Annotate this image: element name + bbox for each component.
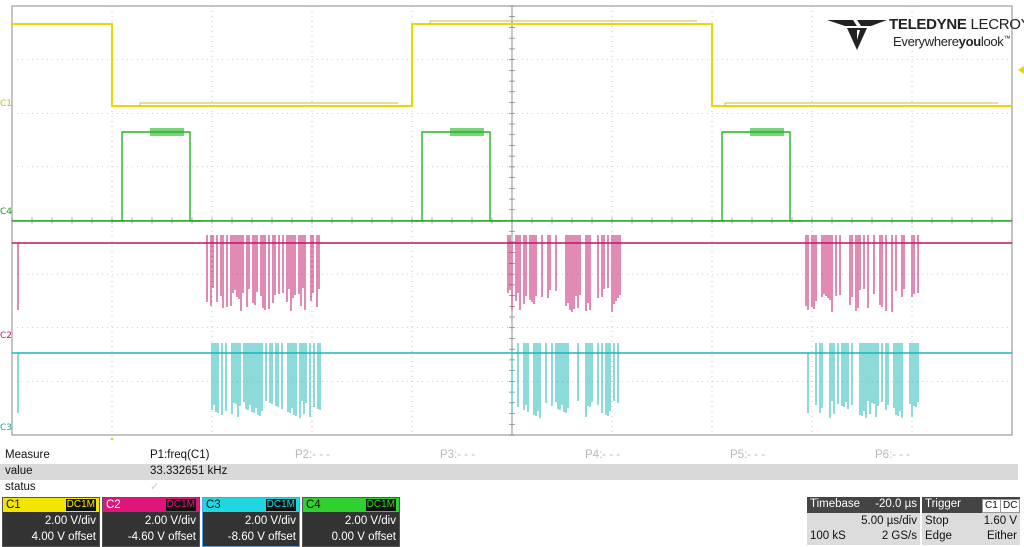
trigger-mode: Stop <box>925 515 949 527</box>
trigger-panel[interactable]: Trigger C1 DC Stop 1.60 V Edge Either <box>922 497 1021 545</box>
param-p3[interactable]: P3:- - - <box>440 449 475 461</box>
timebase-panel[interactable]: Timebase -20.0 µs 5.00 µs/div 100 kS 2 G… <box>807 497 920 545</box>
trigger-header: Trigger C1 DC <box>922 497 1021 513</box>
c4-pulse <box>712 131 802 222</box>
channel-c4-offset: 0.00 V offset <box>331 531 396 543</box>
channel-c3-box[interactable]: C3 DC1M 2.00 V/div -8.60 V offset <box>202 497 300 547</box>
param-p1[interactable]: P1:freq(C1) <box>150 449 209 461</box>
trigger-title: Trigger <box>925 498 961 510</box>
channel-c4-header: C4 DC1M <box>303 498 399 512</box>
timebase-delay: -20.0 µs <box>875 498 917 510</box>
trigger-coupling: DC <box>1000 499 1021 513</box>
timebase-title: Timebase <box>810 498 861 510</box>
channel-c4-box[interactable]: C4 DC1M 2.00 V/div 0.00 V offset <box>302 497 400 547</box>
channel-c3-name: C3 <box>206 499 221 511</box>
trigger-position-marker <box>108 437 116 443</box>
channel-c3-header: C3 DC1M <box>203 498 299 512</box>
channel-c2-name: C2 <box>106 499 121 511</box>
channel-c4-coupling: DC1M <box>365 499 396 511</box>
status-header: status <box>5 481 36 493</box>
trigger-level-marker <box>1018 66 1024 74</box>
param-p6[interactable]: P6:- - - <box>875 449 910 461</box>
c4-pulse <box>112 131 202 222</box>
waveform-display[interactable]: TELEDYNE LECROY Everywhereyoulook™ C1 C4… <box>0 0 1024 443</box>
channel-c3-coupling: DC1M <box>265 499 296 511</box>
channel-c3-offset: -8.60 V offset <box>227 531 296 543</box>
param-p2[interactable]: P2:- - - <box>295 449 330 461</box>
measure-header: Measure <box>5 449 50 461</box>
value-header: value <box>5 465 33 477</box>
param-p1-value: 33.332651 kHz <box>150 465 228 477</box>
brand-logo: TELEDYNE LECROY Everywhereyoulook™ <box>827 14 1024 54</box>
trigger-level: 1.60 V <box>983 515 1017 527</box>
brand-tagline: Everywhereyoulook™ <box>893 34 1011 49</box>
timebase-rate: 2 GS/s <box>881 530 917 542</box>
channel-c1-header: C1 DC1M <box>3 498 99 512</box>
channel-c4-vdiv: 2.00 V/div <box>344 515 396 527</box>
channel-c2-box[interactable]: C2 DC1M 2.00 V/div -4.60 V offset <box>102 497 200 547</box>
param-p4[interactable]: P4:- - - <box>585 449 620 461</box>
param-p5[interactable]: P5:- - - <box>730 449 765 461</box>
channel-c2-vdiv: 2.00 V/div <box>144 515 196 527</box>
channel-c1-box[interactable]: C1 DC1M 2.00 V/div 4.00 V offset <box>2 497 100 547</box>
channel-c3-vdiv: 2.00 V/div <box>244 515 296 527</box>
waveform-grid <box>11 5 1024 443</box>
c4-ringing <box>450 128 484 136</box>
channel-c1-coupling: DC1M <box>65 499 96 511</box>
trigger-source: C1 <box>982 499 1001 513</box>
c4-ringing <box>150 128 184 136</box>
c3-trace-label: C3 <box>0 423 13 433</box>
c4-ringing <box>750 128 784 136</box>
trigger-type: Edge <box>925 530 952 542</box>
c1-trace-label: C1 <box>0 99 13 109</box>
channel-c1-offset: 4.00 V offset <box>31 531 96 543</box>
channel-c4-name: C4 <box>306 499 321 511</box>
timebase-tdiv: 5.00 µs/div <box>861 515 917 527</box>
trigger-slope: Either <box>986 530 1017 542</box>
channel-c1-name: C1 <box>6 499 21 511</box>
status-row: status ✓ <box>0 480 1018 496</box>
c2-trace-label: C2 <box>0 331 13 341</box>
c4-trace-label: C4 <box>0 207 13 217</box>
measure-row: Measure P1:freq(C1) P2:- - - P3:- - - P4… <box>0 448 1018 464</box>
status-check-icon: ✓ <box>150 481 160 493</box>
timebase-header: Timebase -20.0 µs <box>807 497 920 513</box>
measure-table: Measure P1:freq(C1) P2:- - - P3:- - - P4… <box>0 448 1024 496</box>
c4-pulse <box>412 131 502 222</box>
channel-c2-header: C2 DC1M <box>103 498 199 512</box>
channel-c2-offset: -4.60 V offset <box>127 531 196 543</box>
timebase-samples: 100 kS <box>810 530 846 542</box>
value-row: value 33.332651 kHz <box>0 464 1018 480</box>
teledyne-logo-icon <box>827 20 887 50</box>
channel-c2-coupling: DC1M <box>165 499 196 511</box>
channel-c1-vdiv: 2.00 V/div <box>44 515 96 527</box>
brand-name: TELEDYNE LECROY <box>889 16 1024 33</box>
